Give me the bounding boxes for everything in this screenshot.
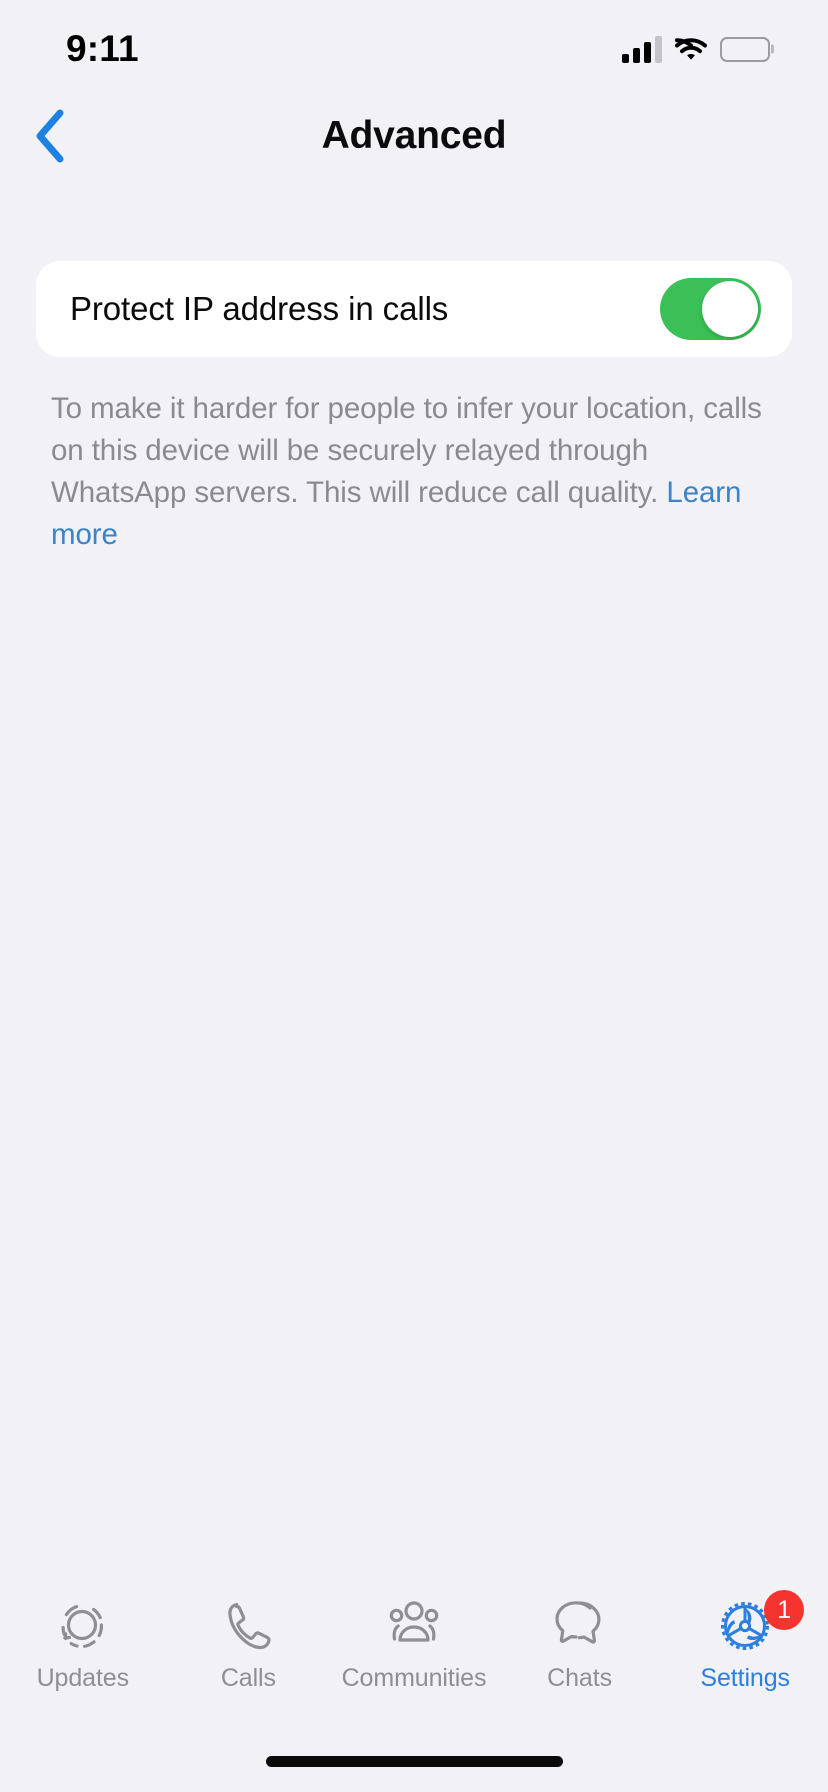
updates-status-ring-icon	[53, 1596, 113, 1656]
tab-label-communities: Communities	[341, 1664, 487, 1692]
home-indicator-area	[0, 1730, 828, 1792]
toggle-knob	[702, 281, 758, 337]
tab-label-calls: Calls	[220, 1664, 276, 1692]
settings-content: Protect IP address in calls To make it h…	[0, 180, 828, 1580]
tab-label-chats: Chats	[547, 1664, 612, 1692]
tab-calls[interactable]: Calls	[166, 1596, 332, 1693]
settings-badge: 1	[764, 1590, 805, 1630]
gear-icon: 1	[714, 1590, 805, 1656]
protect-ip-description: To make it harder for people to infer yo…	[51, 388, 780, 556]
protect-ip-toggle[interactable]	[660, 278, 761, 340]
status-bar-icons	[622, 35, 770, 63]
tab-label-updates: Updates	[36, 1664, 130, 1692]
status-bar: 9:11	[0, 0, 828, 92]
status-bar-time: 9:11	[66, 28, 139, 69]
chevron-left-icon	[33, 108, 67, 164]
cellular-signal-icon	[622, 35, 662, 63]
back-button[interactable]	[18, 104, 82, 168]
page-title: Advanced	[321, 114, 507, 157]
home-indicator[interactable]	[265, 1755, 563, 1767]
description-text: To make it harder for people to infer yo…	[51, 392, 762, 509]
chat-bubbles-icon	[548, 1596, 612, 1656]
tab-communities[interactable]: Communities	[331, 1596, 497, 1693]
tab-label-settings: Settings	[700, 1664, 790, 1692]
tab-chats[interactable]: Chats	[497, 1596, 663, 1693]
protect-ip-setting-row[interactable]: Protect IP address in calls	[36, 261, 792, 357]
phone-handset-icon	[218, 1596, 278, 1656]
protect-ip-label: Protect IP address in calls	[70, 290, 449, 327]
tab-updates[interactable]: Updates	[0, 1596, 166, 1693]
wifi-icon	[674, 36, 708, 62]
navigation-bar: Advanced	[0, 92, 828, 180]
whatsapp-advanced-settings-screen: 9:11 Advanced Protect IP address in call…	[0, 0, 828, 1792]
tab-bar: Updates Calls Communities Chats 1 Settin…	[0, 1580, 828, 1730]
tab-settings[interactable]: 1 Settings	[662, 1590, 828, 1693]
battery-icon	[720, 36, 770, 62]
communities-people-icon	[382, 1596, 446, 1656]
